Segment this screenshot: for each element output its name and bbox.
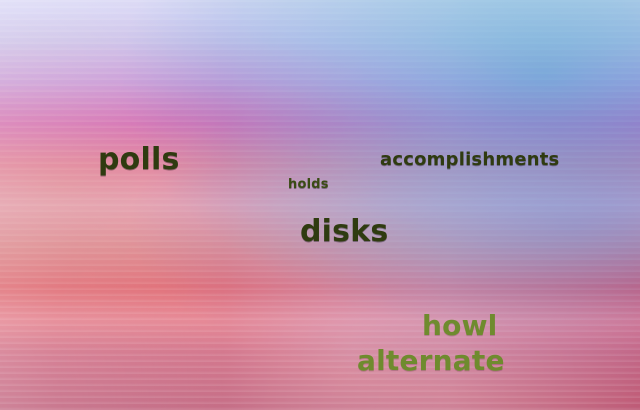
word-holds: holds: [288, 177, 329, 192]
word-howl: howl: [422, 309, 498, 342]
word-disks: disks: [300, 214, 389, 249]
word-accomplishments: accomplishments: [380, 149, 560, 170]
word-polls: polls: [98, 142, 180, 177]
background-image: [0, 0, 640, 410]
word-alternate: alternate: [357, 344, 505, 377]
